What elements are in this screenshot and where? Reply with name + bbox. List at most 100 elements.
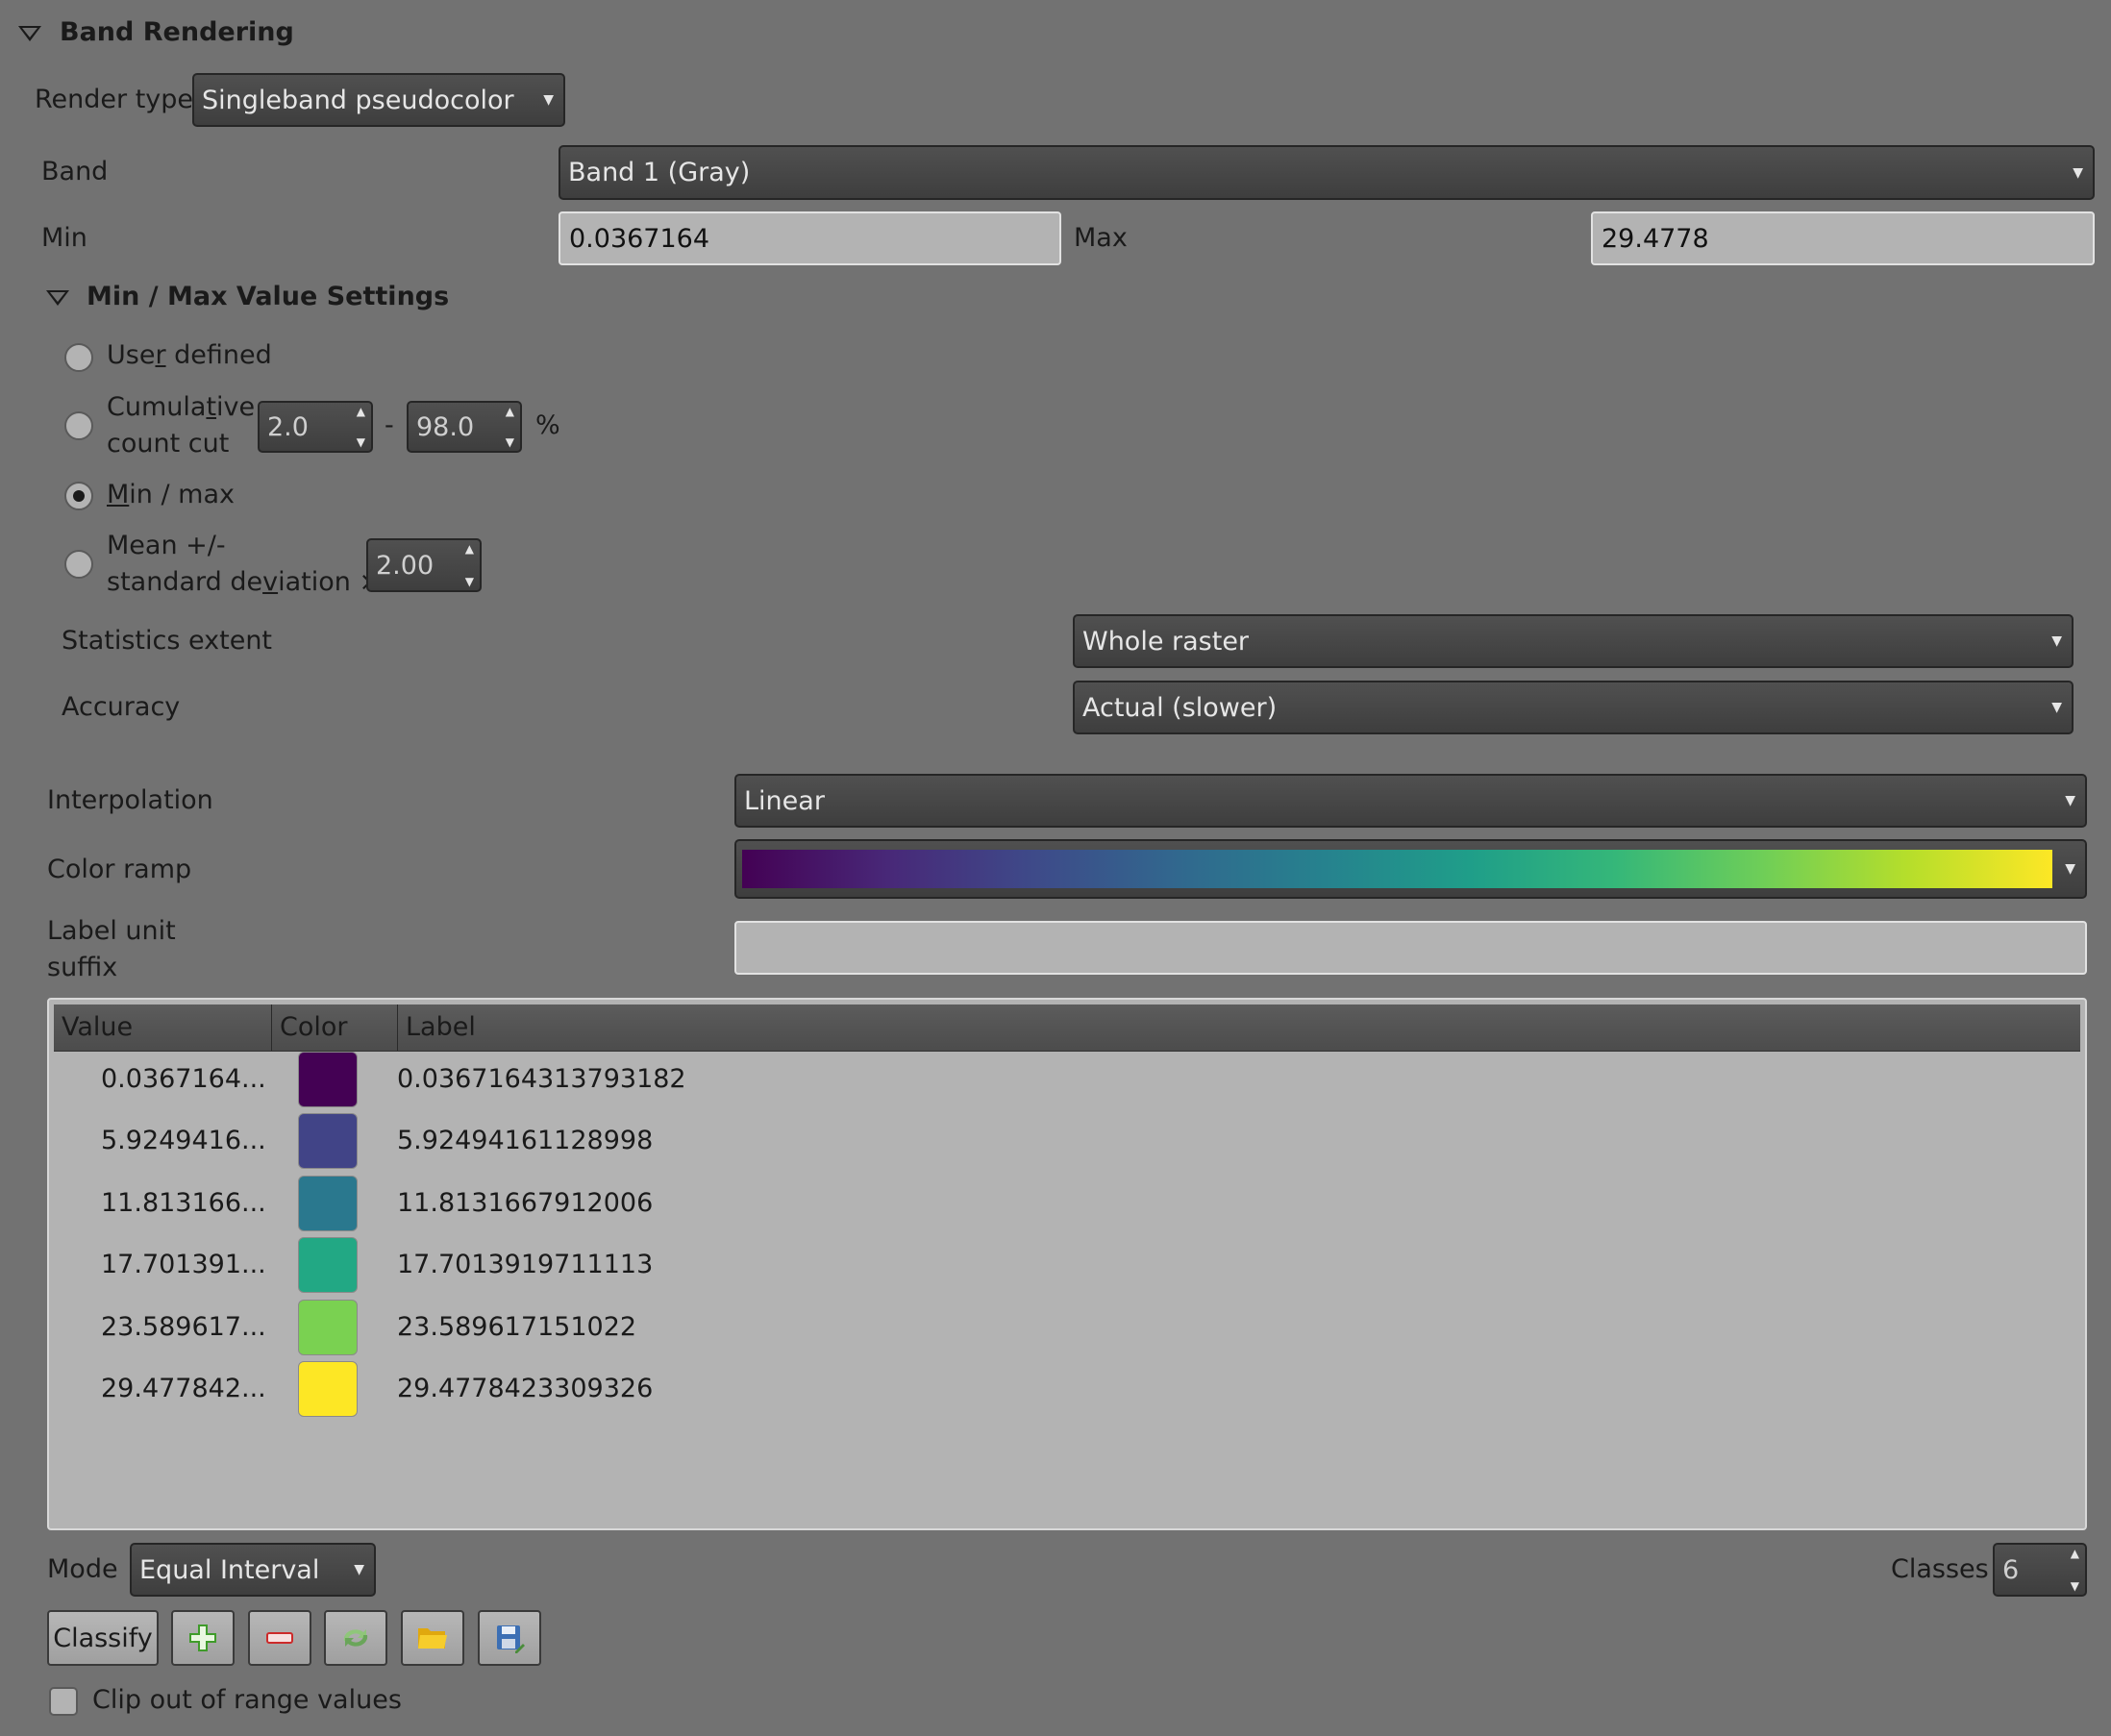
label-unit-suffix-label: Label unit	[47, 916, 176, 946]
mean-std-radio[interactable]	[64, 550, 93, 579]
remove-class-button[interactable]	[248, 1610, 311, 1666]
load-file-button[interactable]	[401, 1610, 464, 1666]
chevron-down-icon: ▼	[2073, 164, 2083, 181]
save-file-button[interactable]	[478, 1610, 541, 1666]
color-ramp-label: Color ramp	[47, 855, 192, 884]
row-color-swatch[interactable]	[298, 1299, 358, 1355]
row-value[interactable]: 23.589617...	[101, 1297, 266, 1358]
table-row[interactable]: 0.0367164... 0.0367164313793182	[49, 1049, 2085, 1110]
color-ramp-combo[interactable]: ▼	[734, 839, 2087, 899]
value-column-header[interactable]: Value	[54, 1004, 271, 1051]
cumulative-dash: -	[385, 410, 394, 440]
cumulative-low-spinbox[interactable]: 2.0 ▲ ▼	[258, 401, 373, 453]
row-label[interactable]: 17.7013919711113	[397, 1234, 653, 1296]
row-color-swatch[interactable]	[298, 1113, 358, 1170]
min-label: Min	[41, 223, 87, 253]
row-label[interactable]: 5.92494161128998	[397, 1110, 653, 1172]
classify-button[interactable]: Classify	[47, 1610, 159, 1666]
row-label[interactable]: 29.4778423309326	[397, 1358, 653, 1420]
row-color-swatch[interactable]	[298, 1175, 358, 1231]
classification-table[interactable]: Value Color Label 0.0367164... 0.03671643…	[47, 998, 2087, 1530]
table-row[interactable]: 5.9249416... 5.92494161128998	[49, 1110, 2085, 1172]
folder-icon	[418, 1628, 447, 1649]
statistics-extent-label: Statistics extent	[62, 626, 273, 656]
spin-arrows-icon[interactable]: ▲ ▼	[357, 406, 365, 448]
label-unit-suffix-input[interactable]	[734, 921, 2087, 975]
collapse-triangle-icon[interactable]	[46, 290, 69, 306]
chevron-down-icon: ▼	[543, 92, 554, 108]
accuracy-value: Actual (slower)	[1082, 692, 1278, 723]
spin-arrows-icon[interactable]: ▲ ▼	[465, 543, 474, 587]
row-value[interactable]: 11.813166...	[101, 1173, 266, 1234]
table-row[interactable]: 11.813166... 11.8131667912006	[49, 1173, 2085, 1234]
collapse-triangle-icon[interactable]	[18, 26, 41, 41]
section-title: Band Rendering	[60, 17, 294, 47]
cumulative-high-spinbox[interactable]: 98.0 ▲ ▼	[407, 401, 522, 453]
minus-icon	[266, 1632, 293, 1644]
max-input[interactable]: 29.4778	[1591, 211, 2095, 265]
add-class-button[interactable]	[171, 1610, 235, 1666]
chevron-down-icon: ▼	[2051, 700, 2062, 715]
mean-std-label[interactable]: Mean +/-	[107, 528, 226, 564]
mean-std-label-line2: standard deviation ×	[107, 567, 382, 597]
save-disk-icon	[497, 1625, 525, 1653]
label-unit-suffix-label-line2: suffix	[47, 953, 118, 982]
row-value[interactable]: 29.477842...	[101, 1358, 266, 1420]
label-column-header[interactable]: Label	[397, 1004, 2080, 1051]
table-row[interactable]: 23.589617... 23.589617151022	[49, 1297, 2085, 1358]
interpolation-combo[interactable]: Linear ▼	[734, 774, 2087, 828]
classes-label: Classes	[1891, 1554, 1989, 1584]
chevron-down-icon: ▼	[2065, 861, 2075, 877]
spin-arrows-icon[interactable]: ▲ ▼	[2071, 1548, 2079, 1592]
row-value[interactable]: 5.9249416...	[101, 1110, 266, 1172]
mode-value: Equal Interval	[139, 1554, 320, 1585]
row-value[interactable]: 17.701391...	[101, 1234, 266, 1296]
accuracy-combo[interactable]: Actual (slower) ▼	[1073, 681, 2074, 734]
color-column-header[interactable]: Color	[271, 1004, 397, 1051]
table-row[interactable]: 17.701391... 17.7013919711113	[49, 1234, 2085, 1296]
render-type-combo[interactable]: Singleband pseudocolor ▼	[192, 73, 565, 127]
interpolation-label: Interpolation	[47, 785, 213, 815]
plus-icon	[189, 1624, 216, 1651]
band-label: Band	[41, 157, 109, 186]
row-value[interactable]: 0.0367164...	[101, 1049, 266, 1110]
row-color-swatch[interactable]	[298, 1052, 358, 1107]
cumulative-cut-label[interactable]: Cumulative	[107, 389, 255, 426]
user-defined-label[interactable]: User defined	[107, 337, 272, 374]
accuracy-label: Accuracy	[62, 692, 181, 722]
mode-combo[interactable]: Equal Interval ▼	[130, 1543, 376, 1597]
cumulative-high-value: 98.0	[416, 411, 475, 442]
minmax-settings-title: Min / Max Value Settings	[87, 282, 450, 311]
cumulative-low-value: 2.0	[267, 411, 309, 442]
row-color-swatch[interactable]	[298, 1361, 358, 1417]
cumulative-cut-radio[interactable]	[64, 411, 93, 440]
classes-spinbox[interactable]: 6 ▲ ▼	[1993, 1543, 2087, 1597]
row-color-swatch[interactable]	[298, 1237, 358, 1294]
user-defined-radio[interactable]	[64, 343, 93, 372]
min-max-radio[interactable]	[64, 482, 93, 510]
max-label: Max	[1074, 223, 1128, 253]
min-input[interactable]: 0.0367164	[559, 211, 1061, 265]
table-row[interactable]: 29.477842... 29.4778423309326	[49, 1358, 2085, 1420]
render-type-label: Render type	[35, 85, 194, 114]
row-label[interactable]: 23.589617151022	[397, 1297, 636, 1358]
clip-out-of-range-label[interactable]: Clip out of range values	[92, 1682, 402, 1719]
clip-out-of-range-checkbox[interactable]	[49, 1687, 78, 1716]
chevron-down-icon: ▼	[2065, 793, 2075, 808]
band-combo[interactable]: Band 1 (Gray) ▼	[559, 145, 2095, 200]
refresh-arrows-icon	[343, 1629, 368, 1647]
table-header: Value Color Label	[54, 1004, 2080, 1052]
chevron-down-icon: ▼	[354, 1562, 364, 1577]
cumulative-cut-label-line2: count cut	[107, 429, 230, 459]
min-max-label[interactable]: Min / max	[107, 477, 235, 513]
classes-value: 6	[2002, 1554, 2020, 1585]
std-dev-spinbox[interactable]: 2.00 ▲ ▼	[366, 538, 482, 592]
statistics-extent-combo[interactable]: Whole raster ▼	[1073, 614, 2074, 668]
chevron-down-icon: ▼	[2051, 633, 2062, 649]
invert-colors-button[interactable]	[324, 1610, 387, 1666]
color-ramp-preview	[742, 850, 2052, 888]
render-type-value: Singleband pseudocolor	[202, 85, 514, 115]
row-label[interactable]: 11.8131667912006	[397, 1173, 653, 1234]
row-label[interactable]: 0.0367164313793182	[397, 1049, 686, 1110]
spin-arrows-icon[interactable]: ▲ ▼	[506, 406, 514, 448]
